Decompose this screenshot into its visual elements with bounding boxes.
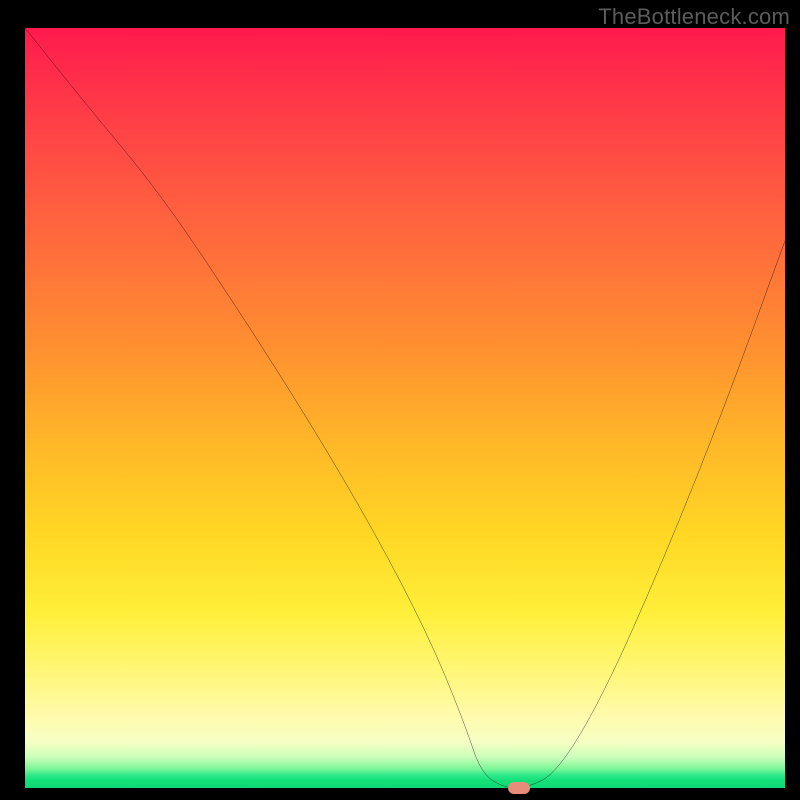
- watermark-text: TheBottleneck.com: [598, 4, 790, 30]
- bottleneck-curve: [25, 28, 785, 788]
- chart-frame: TheBottleneck.com: [0, 0, 800, 800]
- plot-area: [25, 28, 785, 788]
- optimal-point-marker: [508, 782, 530, 794]
